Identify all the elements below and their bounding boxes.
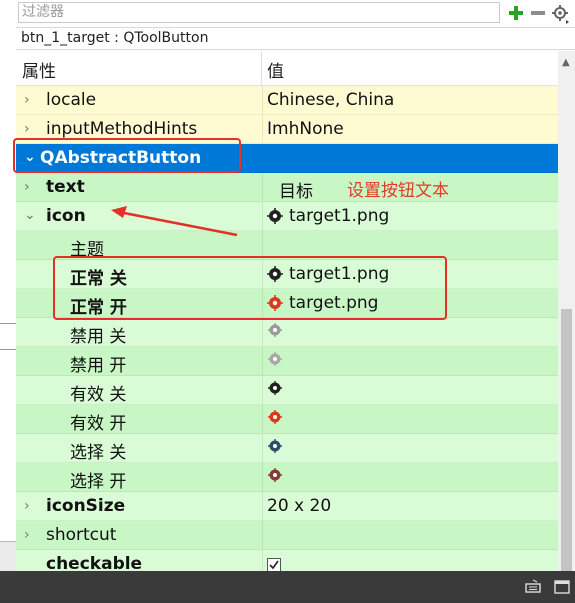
filter-bar: 过滤器 — [16, 0, 575, 28]
value-column-header[interactable]: 值 — [267, 57, 284, 82]
property-row-disabled-off[interactable]: 禁用 关 — [16, 318, 558, 347]
target-icon-selected-red — [268, 468, 282, 482]
collapse-chevron-icon[interactable]: ⌄ — [24, 207, 36, 223]
scroll-up-icon[interactable]: ▲ — [562, 57, 570, 68]
target-icon-disabled — [268, 323, 282, 337]
property-name: inputMethodHints — [46, 119, 198, 139]
target-icon-selected — [268, 439, 282, 453]
property-value[interactable]: 目标 — [279, 177, 313, 202]
expand-chevron-icon[interactable]: › — [24, 179, 30, 195]
property-row-iconsize[interactable]: › iconSize 20 x 20 — [16, 492, 558, 521]
property-name: 选择 关 — [70, 443, 127, 463]
expand-chevron-icon[interactable]: › — [24, 92, 30, 108]
plus-icon[interactable] — [506, 2, 526, 24]
property-row-locale[interactable]: › locale Chinese, China — [16, 86, 558, 115]
property-name: checkable — [46, 554, 143, 571]
property-value[interactable]: target1.png — [289, 206, 389, 226]
annotation-arrow-icon — [111, 206, 238, 237]
property-name: 禁用 开 — [70, 356, 127, 376]
property-name: 有效 开 — [70, 414, 127, 434]
property-name: locale — [46, 90, 97, 110]
settings-icon[interactable] — [550, 2, 570, 24]
bottom-status-bar — [0, 571, 575, 603]
property-row-checkable[interactable]: checkable — [16, 550, 558, 571]
property-row-text[interactable]: › text 目标 — [16, 173, 558, 202]
keyboard-icon[interactable] — [524, 578, 542, 596]
target-icon-red — [268, 410, 282, 424]
scrollbar-thumb[interactable] — [561, 309, 572, 571]
property-row-active-off[interactable]: 有效 关 — [16, 376, 558, 405]
object-class-label: btn_1_target : QToolButton — [16, 27, 575, 50]
checkbox-icon[interactable] — [267, 557, 281, 571]
annotation-text: 设置按钮文本 — [347, 181, 449, 201]
property-name: shortcut — [46, 525, 117, 545]
property-column-header[interactable]: 属性 — [22, 57, 56, 82]
property-name: 禁用 关 — [70, 327, 127, 347]
left-edge-panel — [0, 541, 16, 572]
expand-chevron-icon[interactable]: › — [24, 498, 30, 514]
target-icon — [268, 381, 282, 395]
property-name: 有效 关 — [70, 385, 127, 405]
table-header: 属性 值 — [16, 51, 558, 86]
annotation-highlight-normal — [53, 256, 447, 320]
expand-chevron-icon[interactable]: › — [24, 121, 30, 137]
property-value[interactable]: Chinese, China — [267, 90, 394, 110]
property-value[interactable]: ImhNone — [267, 119, 344, 139]
left-edge-field — [0, 323, 16, 350]
annotation-highlight-group — [13, 138, 241, 173]
property-row-selected-off[interactable]: 选择 关 — [16, 434, 558, 463]
filter-input[interactable]: 过滤器 — [18, 2, 500, 23]
property-name: icon — [46, 206, 86, 226]
target-icon — [267, 208, 283, 224]
property-row-active-on[interactable]: 有效 开 — [16, 405, 558, 434]
expand-chevron-icon[interactable]: › — [24, 527, 30, 543]
property-row-shortcut[interactable]: › shortcut — [16, 521, 558, 550]
property-name: 选择 开 — [70, 472, 127, 492]
property-row-disabled-on[interactable]: 禁用 开 — [16, 347, 558, 376]
property-row-icon[interactable]: ⌄ icon target1.png — [16, 202, 558, 231]
property-name: text — [46, 177, 85, 197]
window-icon[interactable] — [553, 578, 571, 596]
property-name: iconSize — [46, 496, 126, 516]
minus-icon[interactable] — [528, 2, 548, 24]
target-icon-disabled — [268, 352, 282, 366]
vertical-scrollbar[interactable]: ▲ — [558, 51, 575, 571]
property-value[interactable]: 20 x 20 — [267, 496, 331, 516]
property-row-selected-on[interactable]: 选择 开 — [16, 463, 558, 492]
